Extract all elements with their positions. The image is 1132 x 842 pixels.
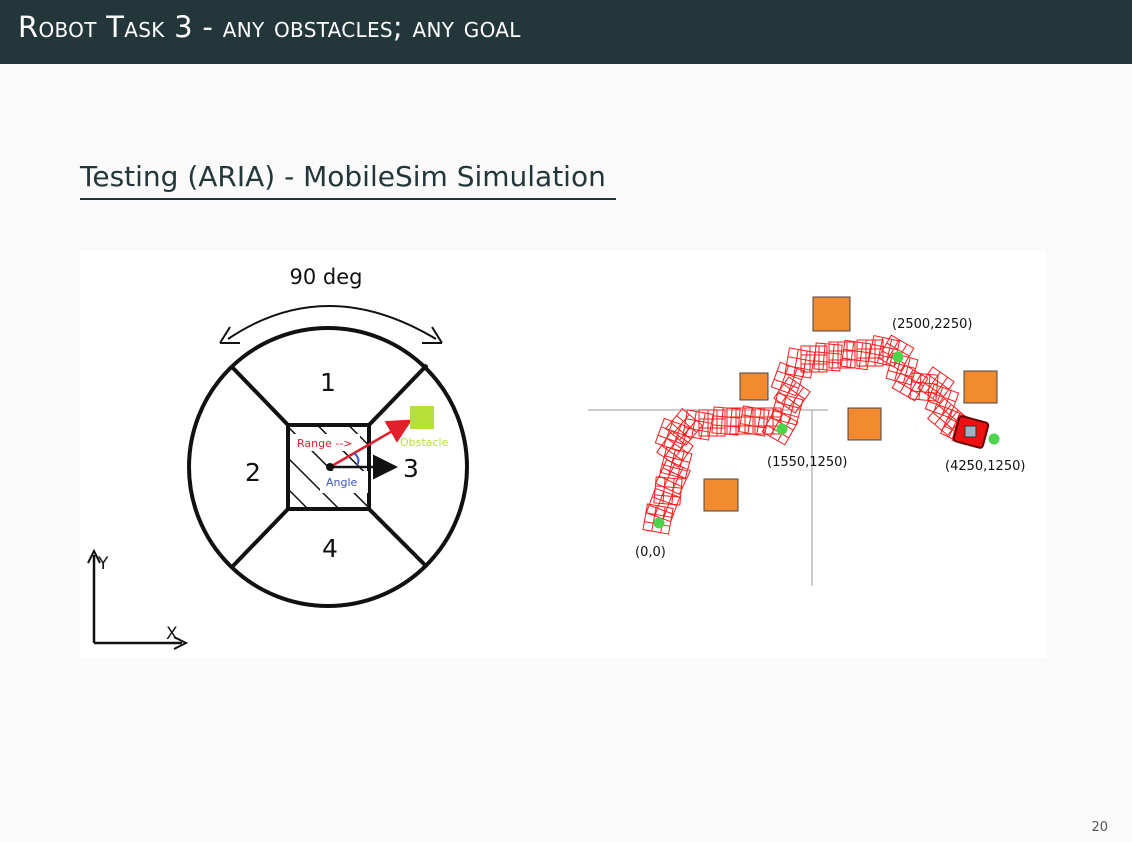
robot-final-core [964, 425, 977, 438]
section-underline [80, 198, 616, 200]
x-axis-label: X [166, 624, 178, 644]
slide-title: Robot Task 3 - any obstacles; any goal [18, 10, 521, 44]
zone-3-label: 3 [403, 454, 419, 483]
waypoint-goal [988, 433, 1000, 445]
range-label: Range --> [297, 437, 353, 450]
zone-divider [230, 507, 290, 569]
waypoint-origin [653, 517, 665, 529]
zone-divider [367, 507, 429, 569]
waypoint-2-label: (2500,2250) [892, 317, 972, 332]
sim-obstacle [963, 370, 998, 404]
simulation-trajectory: (0,0) (1550,1250) (2500,2250) (4250,1250… [588, 296, 1025, 586]
y-axis-label: Y [97, 554, 109, 574]
robot-center-dot [326, 463, 334, 471]
angle-label: Angle [326, 476, 358, 489]
obstacle-label: Obstacle [400, 436, 449, 449]
waypoint-origin-label: (0,0) [635, 545, 666, 560]
figure-panel: 90 deg 1 2 3 4 Range --> Angle Obstacle [80, 251, 1046, 658]
fov-arrow-head-left [219, 326, 240, 344]
zone-4-label: 4 [322, 534, 338, 563]
zone-2-label: 2 [245, 458, 261, 487]
waypoint-1 [776, 423, 788, 435]
fov-arc-arrow [227, 305, 437, 340]
obstacle-marker [410, 406, 434, 429]
page-number: 20 [1091, 820, 1108, 835]
section-title: Testing (ARIA) - MobileSim Simulation [80, 160, 606, 193]
waypoint-1-label: (1550,1250) [767, 455, 847, 470]
sim-obstacle [847, 407, 882, 441]
sim-obstacle [739, 372, 769, 401]
robot-trace [642, 334, 985, 535]
fov-arrow-head-right [422, 326, 443, 344]
waypoint-2 [892, 351, 904, 363]
slide-header: Robot Task 3 - any obstacles; any goal [0, 0, 1132, 64]
fov-label: 90 deg [290, 265, 363, 289]
waypoint-goal-label: (4250,1250) [945, 459, 1025, 474]
sensor-zone-diagram: 90 deg 1 2 3 4 Range --> Angle Obstacle [87, 265, 469, 650]
sim-obstacle [812, 296, 851, 332]
zone-1-label: 1 [320, 368, 336, 397]
sim-obstacle [703, 478, 739, 512]
zone-divider [230, 365, 290, 427]
